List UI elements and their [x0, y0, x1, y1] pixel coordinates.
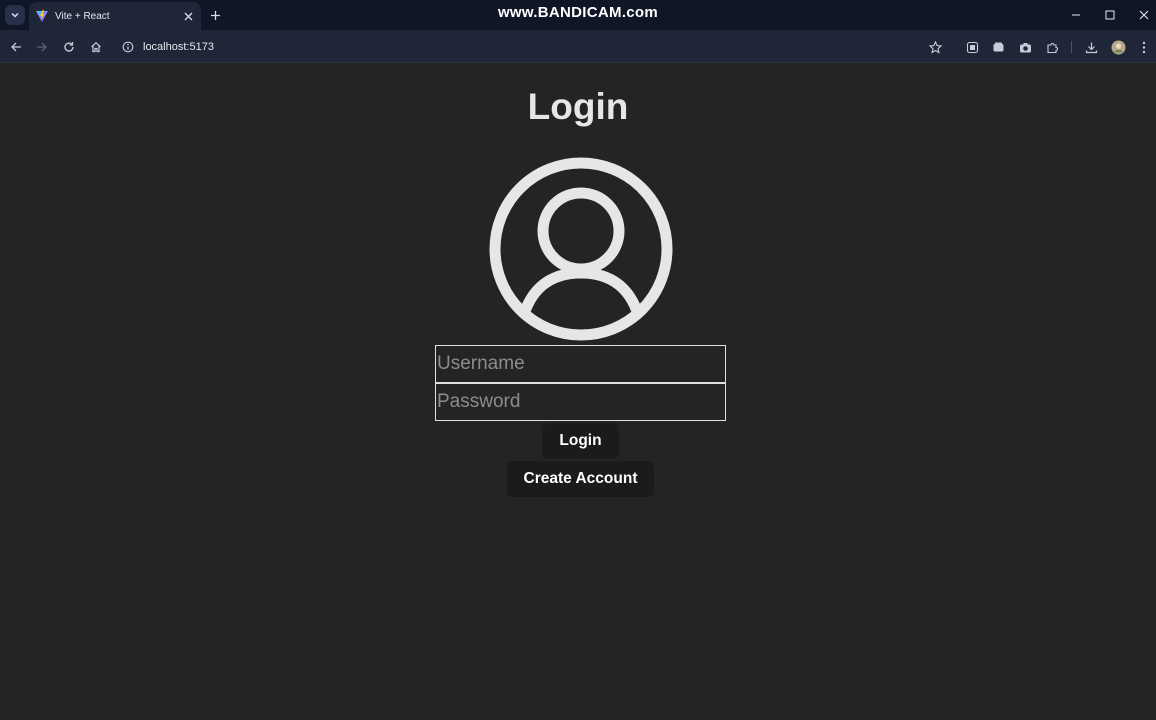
page-title: Login: [527, 86, 629, 127]
username-input[interactable]: [435, 345, 726, 383]
extension-icon: [993, 42, 1003, 51]
maximize-icon: [1105, 10, 1115, 20]
reload-icon: [64, 42, 74, 52]
tab-close-button[interactable]: [180, 8, 196, 24]
extension-icon: [966, 41, 978, 53]
info-icon: [122, 41, 134, 52]
close-icon: [184, 12, 192, 20]
reload-button[interactable]: [59, 37, 79, 57]
arrow-right-icon: [37, 42, 47, 52]
puzzle-icon: [1046, 42, 1058, 53]
close-window-button[interactable]: [1134, 5, 1154, 25]
login-page: Login Login Create Account: [0, 64, 1156, 720]
browser-toolbar: localhost:5173: [0, 30, 1156, 63]
arrow-left-icon: [11, 42, 21, 52]
downloads-button[interactable]: [1081, 37, 1101, 57]
extensions-button[interactable]: [1042, 37, 1062, 57]
tab-list-button[interactable]: [5, 5, 25, 25]
home-icon: [91, 41, 101, 53]
download-icon: [1085, 42, 1097, 53]
new-tab-button[interactable]: [206, 6, 224, 24]
back-button[interactable]: [6, 37, 26, 57]
user-circle-icon: [488, 156, 674, 342]
browser-menu-button[interactable]: [1134, 37, 1154, 57]
close-icon: [1139, 10, 1149, 20]
browser-titlebar: Vite + React www.BANDICAM.com: [0, 0, 1156, 30]
toolbar-divider: [1071, 41, 1072, 53]
extension-button-2[interactable]: [988, 37, 1008, 57]
avatar-icon: [1111, 40, 1125, 54]
home-button[interactable]: [86, 37, 106, 57]
tab-title: Vite + React: [55, 10, 110, 22]
chevron-down-icon: [11, 12, 19, 18]
login-button[interactable]: Login: [542, 423, 619, 459]
address-bar[interactable]: localhost:5173: [114, 34, 954, 59]
url-text: localhost:5173: [143, 40, 214, 53]
star-icon: [928, 40, 942, 54]
extension-button-1[interactable]: [962, 37, 982, 57]
profile-button[interactable]: [1108, 37, 1128, 57]
password-input[interactable]: [435, 383, 726, 421]
extension-button-3[interactable]: [1015, 37, 1035, 57]
kebab-menu-icon: [1142, 41, 1146, 53]
create-account-button[interactable]: Create Account: [507, 461, 654, 497]
maximize-button[interactable]: [1100, 5, 1120, 25]
tab-vite-react[interactable]: Vite + React: [29, 2, 201, 30]
vite-logo-icon: [35, 9, 49, 23]
camera-icon: [1019, 42, 1031, 52]
plus-icon: [210, 10, 220, 20]
forward-button[interactable]: [32, 37, 52, 57]
minimize-button[interactable]: [1066, 5, 1086, 25]
minimize-icon: [1072, 14, 1080, 16]
site-info-button[interactable]: [116, 37, 140, 57]
bookmark-button[interactable]: [925, 37, 945, 57]
